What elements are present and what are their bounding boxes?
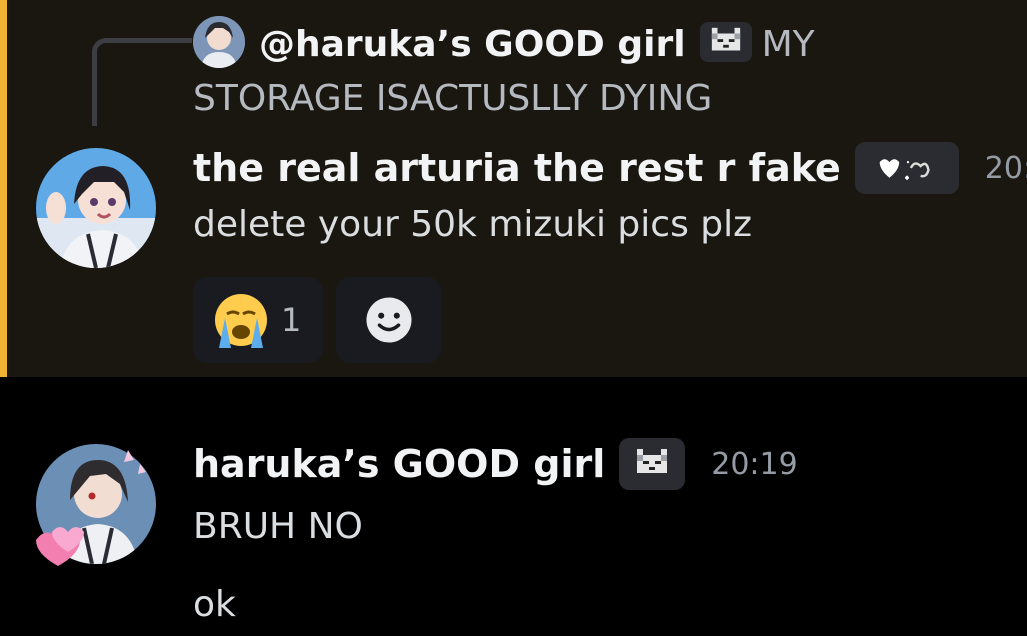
message-header: haruka’s GOOD girl 20:19 [193, 434, 798, 494]
reply-preview[interactable]: @haruka’s GOOD girl MY STORAGE ISACTUSLLY… [193, 18, 993, 126]
reaction-loudly-crying[interactable]: 1 [193, 277, 323, 363]
user-avatar-arturia[interactable] [36, 148, 156, 268]
message-header: the real arturia the rest r fake 20:18 [193, 138, 1027, 198]
smiley-add-reaction-icon [365, 297, 412, 343]
pixel-cat-icon [699, 22, 752, 62]
add-reaction-button[interactable] [336, 277, 441, 363]
message-timestamp[interactable]: 20:19 [711, 447, 797, 482]
message-content: ok [193, 584, 236, 625]
message-content: BRUH NO [193, 506, 363, 547]
message-timestamp[interactable]: 20:18 [985, 151, 1027, 186]
loudly-crying-face-icon [215, 294, 267, 348]
message-content: delete your 50k mizuki pics plz [193, 204, 753, 245]
reply-author-name[interactable]: @haruka’s GOOD girl [259, 24, 686, 65]
user-avatar-haruka[interactable] [36, 444, 156, 566]
chat-view: @haruka’s GOOD girl MY STORAGE ISACTUSLLY… [0, 0, 1027, 636]
pixel-cat-icon [619, 438, 686, 490]
reply-connector-line [92, 38, 192, 126]
heart-sparkle-icon [854, 142, 959, 194]
username[interactable]: haruka’s GOOD girl [193, 442, 605, 486]
reaction-count: 1 [281, 301, 302, 339]
username[interactable]: the real arturia the rest r fake [193, 146, 841, 190]
mention-indicator-bar [0, 0, 7, 377]
